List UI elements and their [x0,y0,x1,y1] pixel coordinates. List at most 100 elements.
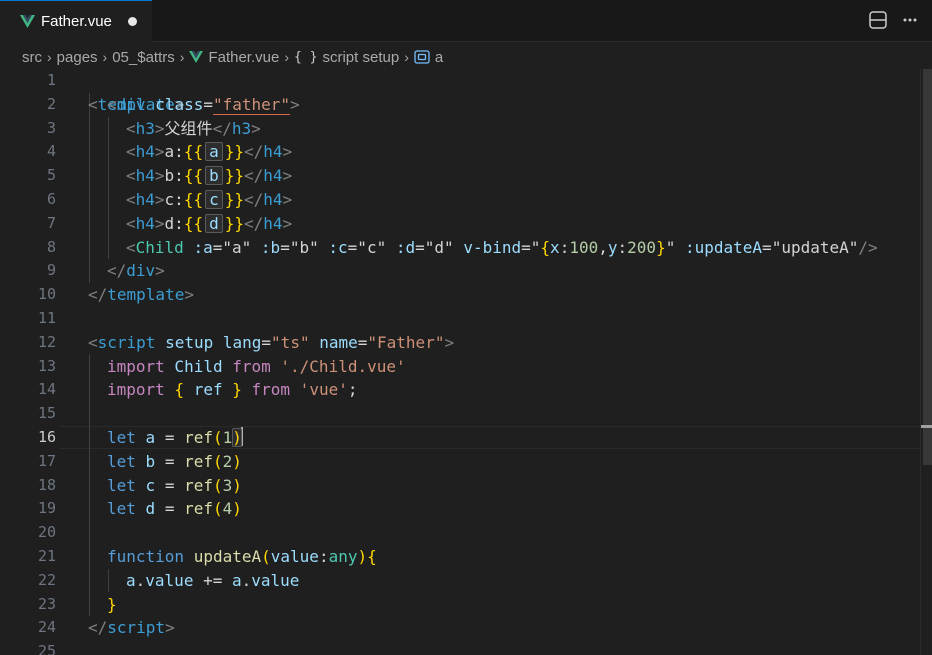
breadcrumb-script-setup[interactable]: { } script setup [294,49,399,66]
breadcrumb-file[interactable]: Father.vue [189,49,279,66]
editor-tab-bar: Father.vue [0,0,932,42]
tok: 4 [222,499,233,519]
tok: ref [174,499,213,519]
tok: Child [164,356,233,376]
tok: updateA [184,547,262,566]
tok: a [135,428,165,447]
tok: ref [174,451,213,471]
code-line-17: let b = ref(2) [0,450,920,474]
tab-title: Father.vue [41,13,112,30]
chevron-right-icon: › [47,49,52,65]
tok: } [656,237,666,257]
tok: > [154,118,165,138]
breadcrumb-file-label: Father.vue [208,48,280,66]
tok: > [154,142,165,162]
code-line-18: let c = ref(3) [0,474,920,498]
tok: ; [347,380,358,400]
breadcrumb-script-label: script setup [322,48,400,66]
tok: }} [224,213,244,233]
breadcrumb: src › pages › 05_$attrs › Father.vue › {… [0,42,932,72]
tok: </ [243,213,264,233]
tok: d: [164,213,184,233]
chevron-right-icon: › [179,49,185,65]
tok: Child [135,237,184,257]
tok: } [107,594,117,614]
tok: = [164,499,175,519]
tok: " [848,237,859,257]
breadcrumb-symbol-a[interactable]: a [414,49,443,66]
tok: "Father" [367,332,445,352]
tok: " [530,237,541,257]
tok: x [550,237,560,257]
tok: d [434,237,445,257]
tok: lang [213,332,262,352]
tok: </ [88,285,108,305]
code-line-3: <h3>父组件</h3> [0,117,920,141]
tok: . [135,570,146,590]
tok: 200 [627,237,657,257]
tok: b [299,237,310,257]
scrollbar-thumb[interactable] [923,69,932,465]
code-editor[interactable]: 1 2 3 4 5 6 7 8 9 10 11 12 13 14 15 16 1… [0,69,920,655]
tok: " [376,237,387,257]
breadcrumb-src[interactable]: src [22,49,42,66]
tok: let [107,475,136,495]
tok: import [107,380,165,400]
breadcrumb-pages[interactable]: pages [57,49,98,66]
tok: h3 [231,118,252,138]
tok: </ [243,142,264,162]
code-line-9: </div> [0,259,920,283]
tok: div [116,94,146,114]
chevron-right-icon: › [404,49,409,65]
tok: script [97,332,156,352]
tok: > [444,332,455,352]
tok: h4 [263,213,283,233]
tok: </ [88,618,108,638]
tok: < [107,94,117,114]
code-line-16: let a = ref(1) [0,426,920,450]
tok: } [222,380,252,400]
code-line-19: let d = ref(4) [0,497,920,521]
tok: :a [183,237,213,257]
more-actions-icon[interactable] [902,10,918,30]
unsaved-changes-dot-icon[interactable] [128,17,137,26]
tok: = [164,475,175,495]
tok: h4 [135,213,155,233]
tok: . [241,570,252,590]
tok: < [126,142,136,162]
tok: b: [164,166,184,186]
tok: b [135,451,165,471]
tok: { [164,380,194,400]
tok: += [193,570,232,590]
tok: " [665,237,676,257]
tok: > [290,94,300,114]
tok: ) [357,547,368,566]
text-caret [240,427,243,446]
tok: , [598,237,608,257]
tok: = [762,237,772,257]
tok: h4 [263,166,283,186]
tok: let [107,451,136,471]
tok: 2 [222,451,233,471]
tab-father-vue[interactable]: Father.vue [0,0,152,42]
code-line-1: <template> [0,69,920,114]
breadcrumb-folder[interactable]: 05_$attrs [112,49,175,66]
tok: class [145,94,204,114]
tok: ) [232,451,242,471]
tok: updateA [781,237,849,257]
tok: ( [212,475,223,495]
tok: > [154,166,165,186]
tok: > [282,166,293,186]
vertical-scrollbar[interactable] [920,69,932,655]
tok: = [280,237,290,257]
tok: = [521,237,531,257]
split-editor-icon[interactable] [868,10,888,30]
chevron-right-icon: › [102,49,108,65]
code-line-4: <h4>a:{{a}}</h4> [0,140,920,164]
tok: {{ [183,190,204,209]
tok: { [540,237,551,257]
tok: < [126,118,136,138]
tok: > [165,618,175,638]
tok: 100 [569,237,599,257]
code-line-5: <h4>b:{{b}}</h4> [0,164,920,188]
